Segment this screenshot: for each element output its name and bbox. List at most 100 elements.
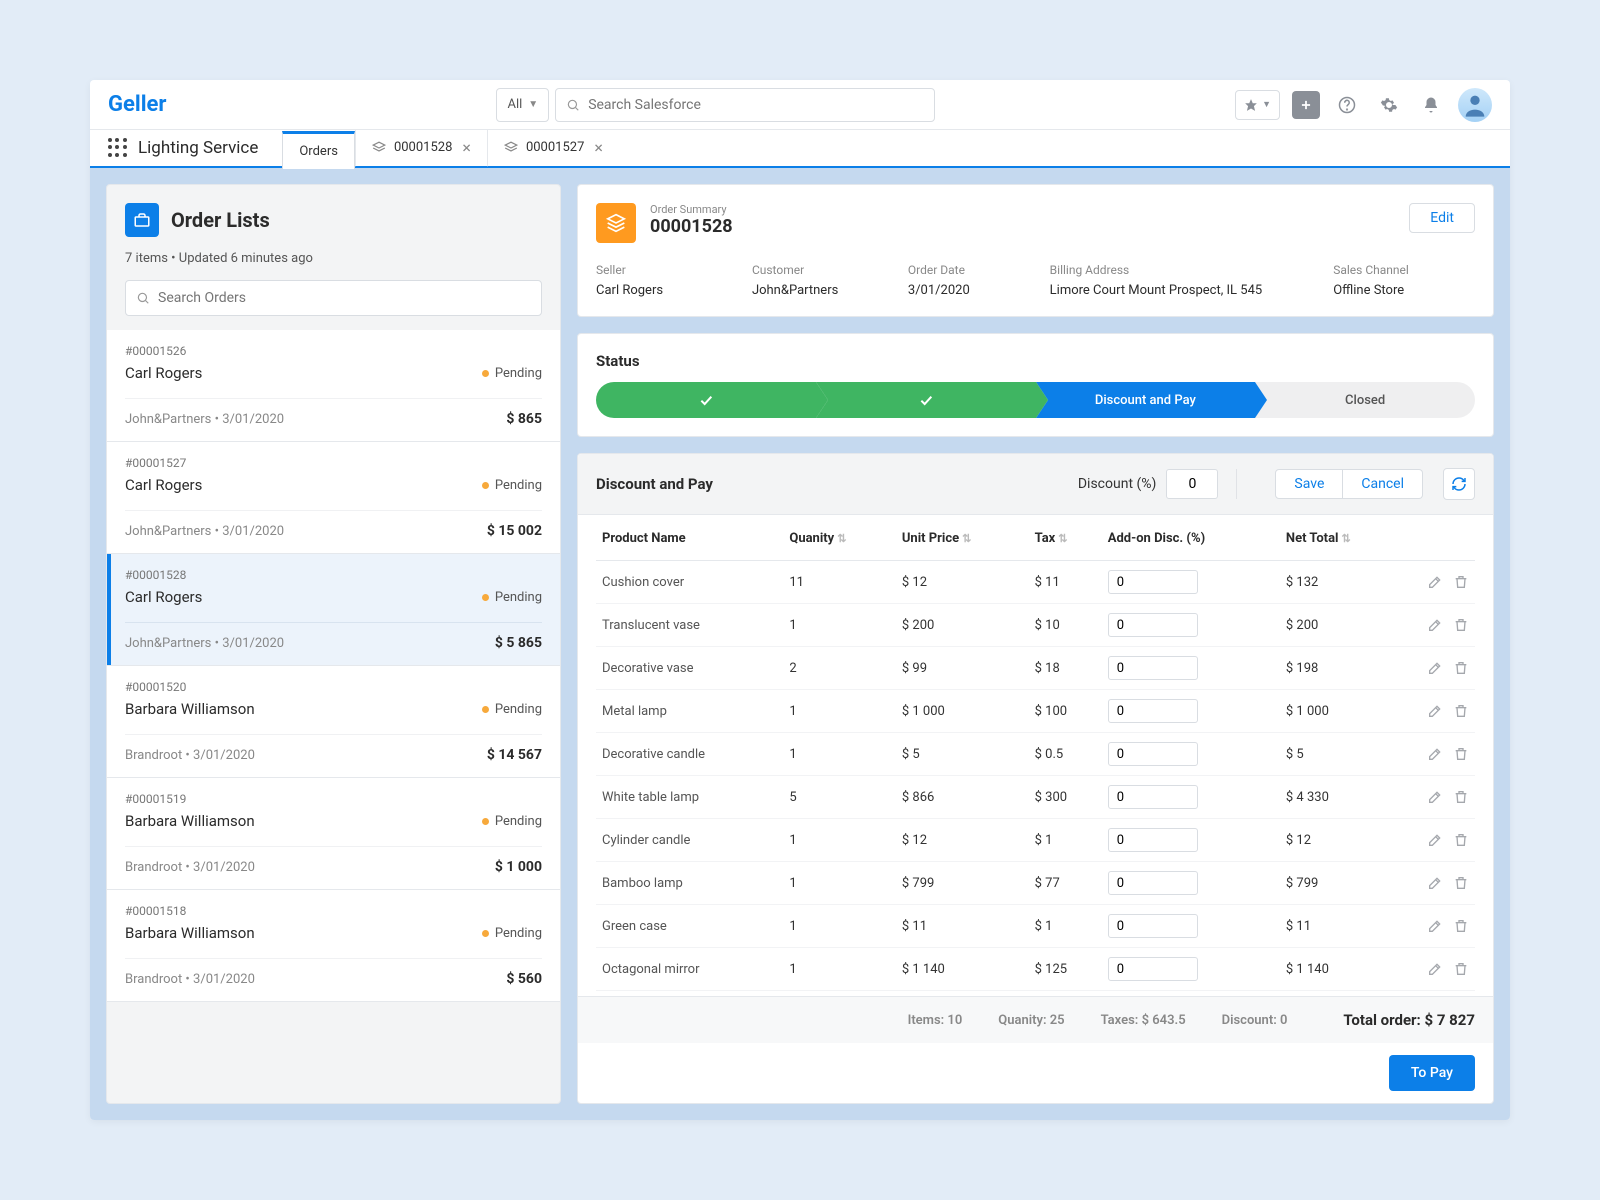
cell-name: Decorative candle — [596, 733, 783, 776]
order-card[interactable]: #00001528Carl RogersPendingJohn&Partners… — [107, 554, 560, 666]
edit-row-button[interactable] — [1427, 660, 1443, 676]
tab-label: Orders — [299, 144, 338, 159]
cancel-button[interactable]: Cancel — [1343, 469, 1423, 499]
cell-net: $ 198 — [1280, 647, 1405, 690]
column-header[interactable]: Add-on Disc. (%) — [1102, 515, 1280, 561]
addon-input[interactable] — [1108, 871, 1198, 895]
table-row: Octagonal mirror1$ 1 140$ 125$ 1 140 — [596, 948, 1475, 991]
addon-input[interactable] — [1108, 828, 1198, 852]
products-title: Discount and Pay — [596, 475, 713, 493]
discount-input[interactable] — [1166, 469, 1218, 499]
reload-button[interactable] — [1443, 468, 1475, 500]
cell-tax: $ 18 — [1029, 647, 1102, 690]
totals-discount: Discount: 0 — [1222, 1013, 1288, 1028]
save-button[interactable]: Save — [1275, 469, 1343, 499]
delete-row-button[interactable] — [1453, 918, 1469, 934]
delete-row-button[interactable] — [1453, 832, 1469, 848]
edit-row-button[interactable] — [1427, 703, 1443, 719]
settings-button[interactable] — [1374, 90, 1404, 120]
order-card[interactable]: #00001526Carl RogersPendingJohn&Partners… — [107, 330, 560, 442]
order-search-input[interactable] — [158, 290, 531, 306]
cell-name: Metal lamp — [596, 690, 783, 733]
cell-net: $ 12 — [1280, 819, 1405, 862]
edit-row-button[interactable] — [1427, 918, 1443, 934]
order-search[interactable] — [125, 280, 542, 316]
edit-row-button[interactable] — [1427, 617, 1443, 633]
edit-row-button[interactable] — [1427, 746, 1443, 762]
global-search[interactable] — [555, 88, 935, 122]
addon-input[interactable] — [1108, 699, 1198, 723]
help-button[interactable] — [1332, 90, 1362, 120]
addon-input[interactable] — [1108, 613, 1198, 637]
search-type-dropdown[interactable]: All ▼ — [496, 88, 549, 122]
addon-input[interactable] — [1108, 742, 1198, 766]
cell-qty: 2 — [783, 647, 896, 690]
sort-icon: ⇅ — [1058, 532, 1067, 545]
delete-row-button[interactable] — [1453, 789, 1469, 805]
order-card[interactable]: #00001519Barbara WilliamsonPendingBrandr… — [107, 778, 560, 890]
delete-row-button[interactable] — [1453, 617, 1469, 633]
tab-00001527[interactable]: 00001527× — [487, 129, 619, 167]
column-header[interactable]: Quanity⇅ — [783, 515, 896, 561]
column-header[interactable]: Unit Price⇅ — [896, 515, 1029, 561]
order-amount: $ 14 567 — [487, 747, 542, 763]
status-dot-icon — [482, 594, 489, 601]
order-customer: Brandroot • 3/01/2020 — [125, 860, 255, 875]
status-step[interactable] — [816, 382, 1036, 418]
cell-tax: $ 0.5 — [1029, 733, 1102, 776]
cell-tax: $ 125 — [1029, 948, 1102, 991]
delete-row-button[interactable] — [1453, 703, 1469, 719]
order-amount: $ 560 — [506, 971, 542, 987]
order-seller: Carl Rogers — [125, 588, 202, 606]
order-customer: John&Partners • 3/01/2020 — [125, 412, 284, 427]
addon-input[interactable] — [1108, 656, 1198, 680]
notifications-button[interactable] — [1416, 90, 1446, 120]
edit-row-button[interactable] — [1427, 574, 1443, 590]
trash-icon — [1453, 660, 1469, 676]
addon-input[interactable] — [1108, 785, 1198, 809]
edit-row-button[interactable] — [1427, 789, 1443, 805]
edit-row-button[interactable] — [1427, 961, 1443, 977]
addon-input[interactable] — [1108, 570, 1198, 594]
trash-icon — [1453, 832, 1469, 848]
status-step[interactable]: Discount and Pay — [1036, 382, 1256, 418]
totals-qty: Quanity: 25 — [998, 1013, 1064, 1028]
field-label: Customer — [752, 263, 908, 277]
delete-row-button[interactable] — [1453, 746, 1469, 762]
cell-price: $ 99 — [896, 647, 1029, 690]
add-button[interactable] — [1292, 91, 1320, 119]
tab-00001528[interactable]: 00001528× — [355, 129, 487, 167]
column-header[interactable]: Tax⇅ — [1029, 515, 1102, 561]
favorites-button[interactable]: ▼ — [1235, 90, 1280, 120]
delete-row-button[interactable] — [1453, 574, 1469, 590]
app-name: Lighting Service — [138, 138, 258, 158]
global-search-input[interactable] — [588, 97, 924, 113]
order-card[interactable]: #00001527Carl RogersPendingJohn&Partners… — [107, 442, 560, 554]
sort-icon: ⇅ — [837, 532, 846, 545]
summary-field: CustomerJohn&Partners — [752, 263, 908, 298]
addon-input[interactable] — [1108, 914, 1198, 938]
addon-input[interactable] — [1108, 957, 1198, 981]
order-card[interactable]: #00001520Barbara WilliamsonPendingBrandr… — [107, 666, 560, 778]
order-status: Pending — [482, 814, 542, 829]
edit-row-button[interactable] — [1427, 875, 1443, 891]
close-icon[interactable]: × — [594, 138, 603, 157]
delete-row-button[interactable] — [1453, 660, 1469, 676]
delete-row-button[interactable] — [1453, 875, 1469, 891]
cell-price: $ 1 000 — [896, 690, 1029, 733]
edit-button[interactable]: Edit — [1409, 203, 1475, 233]
app-launcher-icon[interactable] — [108, 138, 128, 158]
column-header[interactable]: Net Total⇅ — [1280, 515, 1405, 561]
status-step[interactable]: Closed — [1255, 382, 1475, 418]
cell-qty: 1 — [783, 819, 896, 862]
edit-row-button[interactable] — [1427, 832, 1443, 848]
status-step[interactable] — [596, 382, 816, 418]
column-header[interactable]: Product Name — [596, 515, 783, 561]
tab-orders[interactable]: Orders — [282, 131, 355, 169]
order-card[interactable]: #00001518Barbara WilliamsonPendingBrandr… — [107, 890, 560, 1002]
user-avatar[interactable] — [1458, 88, 1492, 122]
close-icon[interactable]: × — [462, 138, 471, 157]
status-dot-icon — [482, 818, 489, 825]
delete-row-button[interactable] — [1453, 961, 1469, 977]
pay-button[interactable]: To Pay — [1389, 1055, 1475, 1091]
